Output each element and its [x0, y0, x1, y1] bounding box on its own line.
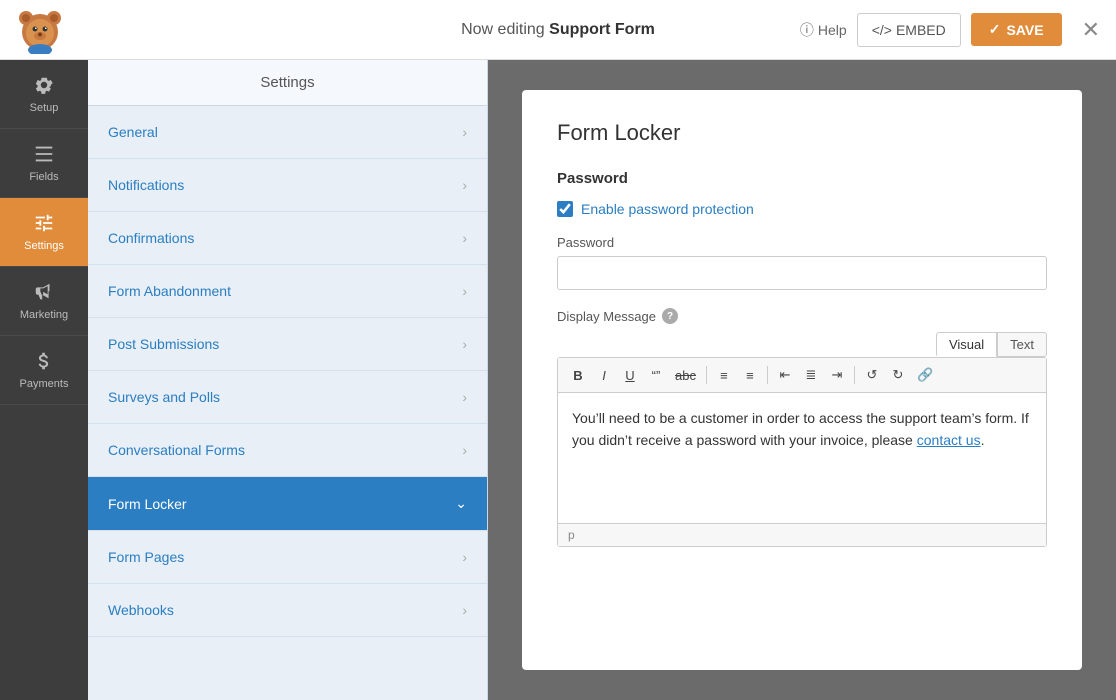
toolbar-ul[interactable]: ≡	[712, 365, 736, 386]
settings-sidebar: Settings General › Notifications › Confi…	[88, 60, 488, 700]
sidebar-item-fields[interactable]: Fields	[0, 129, 88, 198]
app-logo	[16, 6, 64, 54]
sidebar-item-marketing[interactable]: Marketing	[0, 267, 88, 336]
panel-title: Form Locker	[557, 120, 1047, 146]
menu-item-confirmations[interactable]: Confirmations ›	[88, 212, 487, 265]
chevron-down-icon: ⌄	[455, 495, 467, 512]
megaphone-icon	[33, 281, 55, 303]
toolbar-align-left[interactable]: ⇤	[773, 364, 797, 386]
editor-footer: p	[558, 523, 1046, 546]
code-icon: </>	[872, 22, 892, 38]
toolbar-blockquote[interactable]: “”	[644, 365, 668, 386]
save-button[interactable]: ✓ SAVE	[971, 13, 1062, 46]
toolbar-ol[interactable]: ≡	[738, 365, 762, 386]
editor-link[interactable]: contact us	[917, 432, 981, 448]
close-button[interactable]: ✕	[1082, 17, 1100, 43]
chevron-right-icon: ›	[462, 230, 467, 246]
display-message-label: Display Message	[557, 309, 656, 324]
toolbar-bold[interactable]: B	[566, 365, 590, 386]
toolbar-italic[interactable]: I	[592, 365, 616, 386]
sidebar-label-settings: Settings	[24, 240, 64, 252]
dollar-icon	[33, 350, 55, 372]
toolbar-align-right[interactable]: ⇥	[825, 364, 849, 386]
display-message-row: Display Message ?	[557, 308, 1047, 324]
chevron-right-icon: ›	[462, 177, 467, 193]
menu-item-webhooks[interactable]: Webhooks ›	[88, 584, 487, 637]
editing-title: Now editing Support Form	[461, 21, 655, 39]
icon-sidebar: Setup Fields Settings Marketing Payments	[0, 60, 88, 700]
password-section-label: Password	[557, 170, 1047, 187]
chevron-right-icon: ›	[462, 549, 467, 565]
sidebar-item-payments[interactable]: Payments	[0, 336, 88, 405]
help-button[interactable]: ⓘ Help	[800, 20, 847, 40]
content-area: Form Locker Password Enable password pro…	[488, 60, 1116, 700]
top-bar-actions: ⓘ Help </> EMBED ✓ SAVE ✕	[800, 13, 1100, 47]
editor-wrapper: B I U “” abc ≡ ≡ ⇤ ≣ ⇥ ↺ ↻ 🔗	[557, 357, 1047, 547]
editor-text-after: .	[981, 432, 985, 448]
chevron-right-icon: ›	[462, 283, 467, 299]
toolbar-undo[interactable]: ↺	[860, 364, 884, 386]
chevron-right-icon: ›	[462, 124, 467, 140]
sidebar-label-payments: Payments	[20, 378, 69, 390]
menu-item-conversational-forms[interactable]: Conversational Forms ›	[88, 424, 487, 477]
toolbar-link[interactable]: 🔗	[912, 364, 938, 386]
toolbar-separator-3	[854, 366, 855, 384]
chevron-right-icon: ›	[462, 389, 467, 405]
menu-item-surveys-polls[interactable]: Surveys and Polls ›	[88, 371, 487, 424]
help-icon: ⓘ	[800, 20, 814, 40]
menu-item-post-submissions[interactable]: Post Submissions ›	[88, 318, 487, 371]
editor-toolbar: B I U “” abc ≡ ≡ ⇤ ≣ ⇥ ↺ ↻ 🔗	[558, 358, 1046, 393]
gear-icon	[33, 74, 55, 96]
chevron-right-icon: ›	[462, 336, 467, 352]
editor-tabs: Visual Text	[557, 332, 1047, 357]
menu-item-general[interactable]: General ›	[88, 106, 487, 159]
sliders-icon	[33, 212, 55, 234]
sidebar-item-setup[interactable]: Setup	[0, 60, 88, 129]
tab-visual[interactable]: Visual	[936, 332, 997, 357]
menu-item-form-pages[interactable]: Form Pages ›	[88, 531, 487, 584]
password-input[interactable]	[557, 256, 1047, 290]
enable-password-row: Enable password protection	[557, 201, 1047, 217]
toolbar-separator	[706, 366, 707, 384]
help-tooltip-icon[interactable]: ?	[662, 308, 678, 324]
sidebar-item-settings[interactable]: Settings	[0, 198, 88, 267]
settings-header: Settings	[88, 60, 487, 106]
enable-password-checkbox[interactable]	[557, 201, 573, 217]
toolbar-redo[interactable]: ↻	[886, 364, 910, 386]
embed-button[interactable]: </> EMBED	[857, 13, 961, 47]
editor-body[interactable]: You’ll need to be a customer in order to…	[558, 393, 1046, 523]
toolbar-underline[interactable]: U	[618, 365, 642, 386]
sidebar-label-fields: Fields	[29, 171, 58, 183]
form-locker-panel: Form Locker Password Enable password pro…	[522, 90, 1082, 670]
toolbar-strikethrough[interactable]: abc	[670, 365, 701, 386]
fields-icon	[33, 143, 55, 165]
password-field-label: Password	[557, 235, 1047, 250]
tab-text[interactable]: Text	[997, 332, 1047, 357]
main-layout: Setup Fields Settings Marketing Payments…	[0, 60, 1116, 700]
check-icon: ✓	[989, 21, 1001, 38]
menu-item-notifications[interactable]: Notifications ›	[88, 159, 487, 212]
chevron-right-icon: ›	[462, 602, 467, 618]
toolbar-align-center[interactable]: ≣	[799, 364, 823, 386]
chevron-right-icon: ›	[462, 442, 467, 458]
sidebar-label-marketing: Marketing	[20, 309, 68, 321]
enable-password-label[interactable]: Enable password protection	[581, 201, 754, 217]
menu-item-form-locker[interactable]: Form Locker ⌄	[88, 477, 487, 531]
menu-item-form-abandonment[interactable]: Form Abandonment ›	[88, 265, 487, 318]
sidebar-label-setup: Setup	[30, 102, 59, 114]
toolbar-separator-2	[767, 366, 768, 384]
top-bar: Now editing Support Form ⓘ Help </> EMBE…	[0, 0, 1116, 60]
